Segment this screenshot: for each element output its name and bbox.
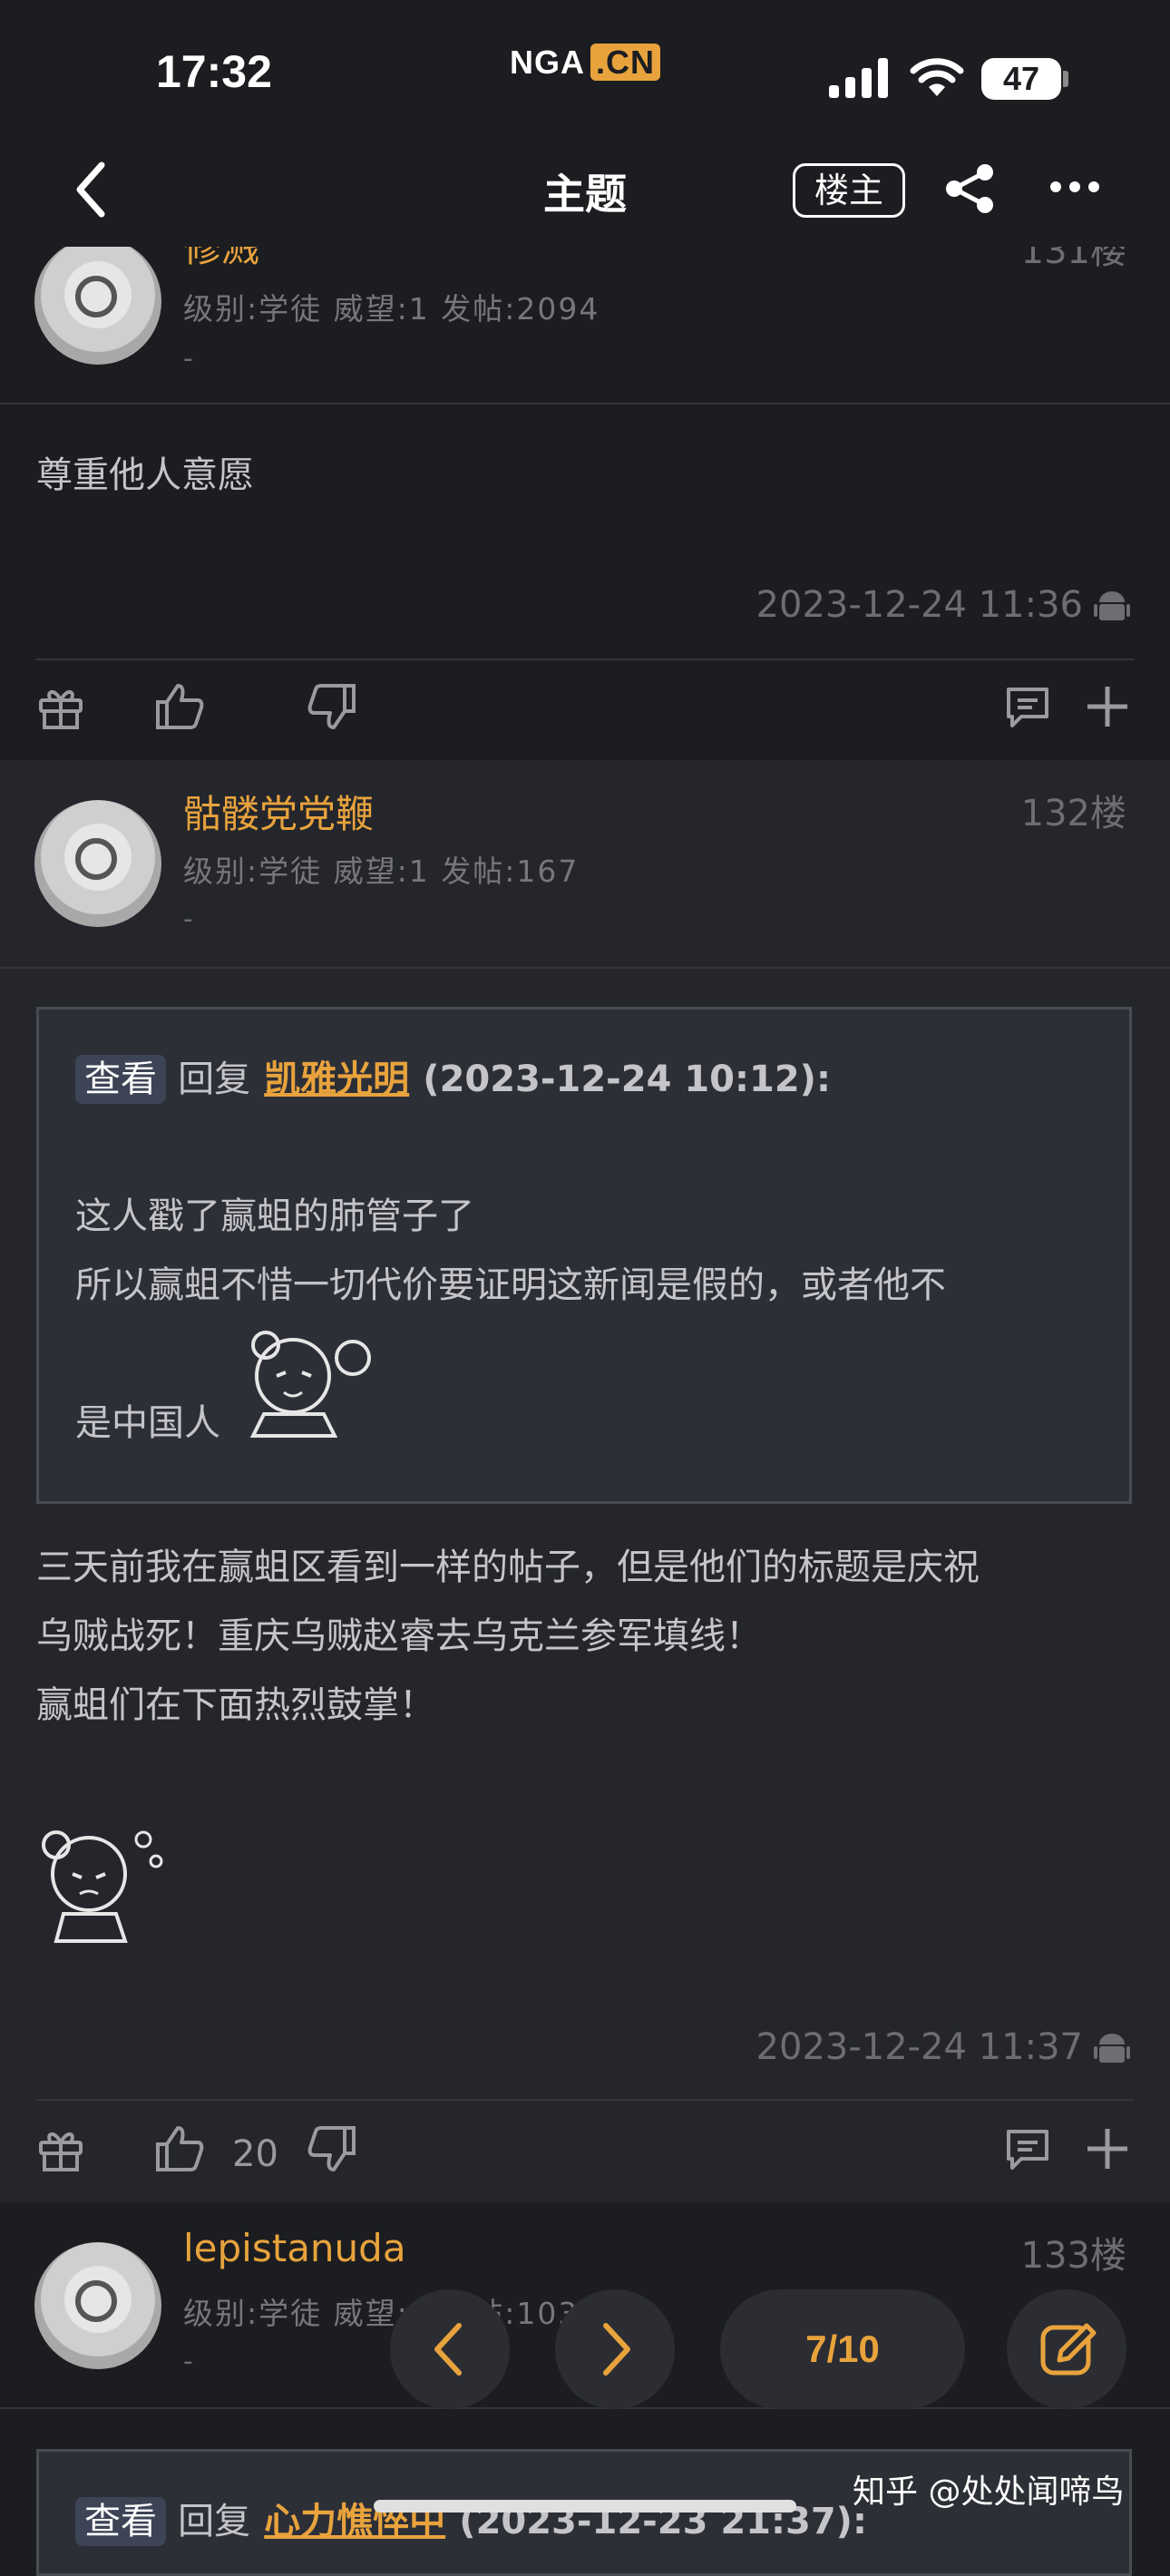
battery-indicator: 47	[981, 58, 1061, 100]
wifi-icon	[909, 54, 965, 98]
share-button[interactable]	[943, 163, 998, 214]
sticker-image	[237, 1323, 373, 1441]
battery-tip	[1063, 71, 1068, 87]
avatar[interactable]	[34, 800, 161, 927]
page-indicator[interactable]: 7/10	[720, 2289, 965, 2409]
divider	[0, 403, 1170, 405]
divider	[36, 659, 1134, 660]
gift-button[interactable]	[36, 682, 85, 731]
dislike-button[interactable]	[307, 682, 357, 731]
user-signature: -	[183, 2346, 193, 2377]
post-header: 修溅 131楼 级别:学徒 威望:1 发帖:2094 -	[0, 247, 1170, 403]
quote-header: 查看 回复 凯雅光明 (2023-12-24 10:12):	[75, 1049, 831, 1104]
quote-line-1: 这人戳了赢蛆的肺管子了	[75, 1195, 474, 1237]
sticker-image	[36, 1820, 172, 1947]
avatar[interactable]	[34, 247, 161, 365]
android-icon	[1094, 588, 1130, 624]
username[interactable]: 修溅	[183, 247, 259, 273]
divider	[36, 2099, 1134, 2101]
quote-line-3: 是中国人	[75, 1402, 220, 1444]
floor-number: 131楼	[1020, 247, 1126, 272]
like-button[interactable]	[154, 2124, 205, 2173]
user-info: 级别:学徒 威望:1 发帖:167	[183, 854, 580, 889]
floor-number: 133楼	[1020, 2235, 1126, 2277]
quote-line-2: 所以赢蛆不惜一切代价要证明这新闻是假的，或者他不	[75, 1264, 946, 1306]
comment-button[interactable]	[1005, 684, 1050, 729]
quoted-user-link[interactable]: 凯雅光明	[264, 1059, 409, 1100]
username[interactable]: lepistanuda	[183, 2226, 406, 2270]
post-132: 骷髅党党鞭 132楼 级别:学徒 威望:1 发帖:167 - 查看 回复 凯雅光…	[0, 760, 1170, 2202]
user-signature: -	[183, 903, 193, 935]
post-body-line-1: 三天前我在赢蛆区看到一样的帖子，但是他们的标题是庆祝	[36, 1547, 980, 1588]
add-button[interactable]	[1085, 2126, 1130, 2171]
user-signature: -	[183, 343, 193, 375]
gift-button[interactable]	[36, 2124, 85, 2173]
user-info: 级别:学徒 威望:1 发帖:2094	[183, 291, 600, 327]
home-indicator	[374, 2500, 796, 2513]
quote-block: 查看 回复 凯雅光明 (2023-12-24 10:12): 这人戳了赢蛆的肺管…	[36, 1007, 1132, 1504]
reply-label: 回复	[178, 2501, 251, 2542]
status-time: 17:32	[156, 46, 272, 97]
prev-page-button[interactable]	[390, 2289, 510, 2409]
logo-cn: .CN	[590, 44, 660, 81]
dislike-button[interactable]	[307, 2124, 357, 2173]
signal-icon	[829, 58, 889, 98]
watermark: 知乎 @处处闻啼鸟	[853, 2474, 1125, 2511]
nga-logo: NGA .CN	[510, 44, 660, 82]
floor-number: 132楼	[1020, 793, 1126, 834]
post-body: 尊重他人意愿	[36, 454, 254, 496]
compose-button[interactable]	[1007, 2289, 1126, 2409]
like-button[interactable]	[154, 682, 205, 731]
divider	[0, 967, 1170, 969]
post-body-line-3: 赢蛆们在下面热烈鼓掌！	[36, 1684, 435, 1726]
post-time: 2023-12-24 11:37	[756, 2026, 1083, 2068]
avatar[interactable]	[34, 2242, 161, 2369]
comment-button[interactable]	[1005, 2126, 1050, 2171]
reply-label: 回复	[178, 1059, 251, 1100]
view-quote-button[interactable]: 查看	[75, 2497, 166, 2546]
quoted-date: (2023-12-24 10:12):	[423, 1059, 831, 1100]
add-button[interactable]	[1085, 684, 1130, 729]
view-quote-button[interactable]: 查看	[75, 1055, 166, 1104]
more-button[interactable]	[1048, 180, 1101, 194]
like-count: 20	[232, 2133, 278, 2175]
next-page-button[interactable]	[555, 2289, 675, 2409]
post-body-line-2: 乌贼战死！重庆乌贼赵睿去乌克兰参军填线！	[36, 1615, 762, 1657]
louzhu-button[interactable]: 楼主	[793, 163, 905, 218]
post-time: 2023-12-24 11:36	[756, 584, 1083, 626]
android-icon	[1094, 2030, 1130, 2066]
logo-main: NGA	[510, 44, 585, 81]
username[interactable]: 骷髅党党鞭	[183, 784, 374, 839]
